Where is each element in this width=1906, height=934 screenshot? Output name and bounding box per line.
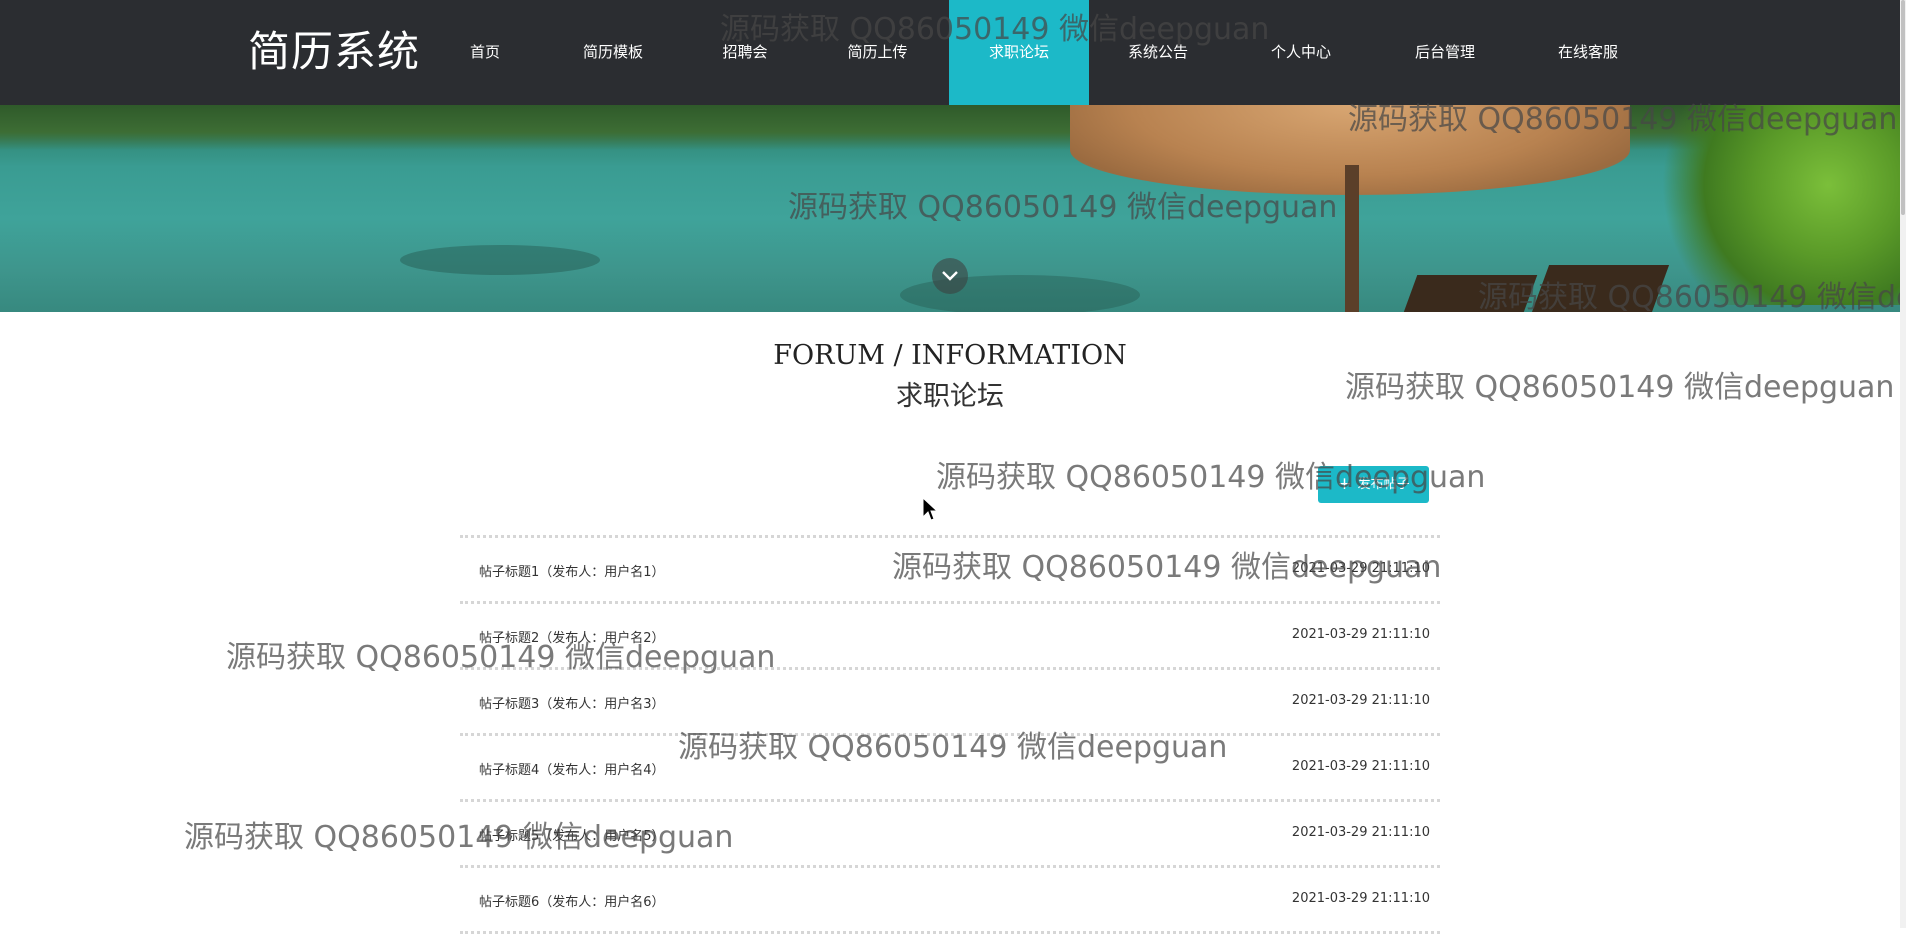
post-title[interactable]: 帖子标题1（发布人：用户名1）: [479, 561, 665, 580]
post-date: 2021-03-29 21:11:10: [1291, 561, 1430, 576]
list-item[interactable]: 帖子标题4（发布人：用户名4） 2021-03-29 21:11:10: [460, 733, 1440, 799]
nav-item-announcements[interactable]: 系统公告: [1118, 0, 1198, 105]
post-title[interactable]: 帖子标题5（发布人：用户名5）: [479, 825, 665, 844]
list-item[interactable]: 帖子标题5（发布人：用户名5） 2021-03-29 21:11:10: [460, 799, 1440, 865]
plus-icon: +: [1337, 474, 1352, 494]
forum-post-list: 帖子标题1（发布人：用户名1） 2021-03-29 21:11:10 帖子标题…: [460, 535, 1440, 934]
post-date: 2021-03-29 21:11:10: [1291, 825, 1430, 840]
section-title-cn: 求职论坛: [896, 381, 1004, 412]
nav-item-job-forum[interactable]: 求职论坛: [949, 0, 1089, 105]
post-date: 2021-03-29 21:11:10: [1291, 627, 1430, 642]
nav-item-admin[interactable]: 后台管理: [1405, 0, 1485, 105]
list-item[interactable]: 帖子标题3（发布人：用户名3） 2021-03-29 21:11:10: [460, 667, 1440, 733]
nav-item-online-service[interactable]: 在线客服: [1548, 0, 1628, 105]
post-title[interactable]: 帖子标题3（发布人：用户名3）: [479, 693, 665, 712]
new-post-button[interactable]: + 发布帖子: [1318, 466, 1429, 503]
post-date: 2021-03-29 21:11:10: [1291, 759, 1430, 774]
site-logo[interactable]: 简历系统: [248, 26, 420, 78]
top-header: 简历系统 首页 简历模板 招聘会 简历上传 求职论坛 系统公告 个人中心 后台管…: [0, 0, 1900, 105]
nav-item-resume-templates[interactable]: 简历模板: [573, 0, 653, 105]
list-item[interactable]: 帖子标题1（发布人：用户名1） 2021-03-29 21:11:10: [460, 535, 1440, 601]
nav-item-home[interactable]: 首页: [450, 0, 520, 105]
post-title[interactable]: 帖子标题6（发布人：用户名6）: [479, 891, 665, 910]
chevron-down-icon: [942, 271, 958, 281]
post-title[interactable]: 帖子标题4（发布人：用户名4）: [479, 759, 665, 778]
list-item[interactable]: 帖子标题6（发布人：用户名6） 2021-03-29 21:11:10: [460, 865, 1440, 934]
nav-item-job-fair[interactable]: 招聘会: [710, 0, 780, 105]
list-item[interactable]: 帖子标题2（发布人：用户名2） 2021-03-29 21:11:10: [460, 601, 1440, 667]
scroll-down-button[interactable]: [932, 258, 968, 294]
mouse-cursor-icon: [922, 496, 939, 527]
nav-item-personal-center[interactable]: 个人中心: [1261, 0, 1341, 105]
post-date: 2021-03-29 21:11:10: [1291, 693, 1430, 708]
post-title[interactable]: 帖子标题2（发布人：用户名2）: [479, 627, 665, 646]
nav-item-resume-upload[interactable]: 简历上传: [835, 0, 920, 105]
scrollbar-thumb[interactable]: [1901, 0, 1905, 215]
post-date: 2021-03-29 21:11:10: [1291, 891, 1430, 906]
section-title-en: FORUM / INFORMATION: [773, 340, 1127, 371]
new-post-label: 发布帖子: [1357, 477, 1410, 492]
banner-palm: [1660, 105, 1900, 305]
